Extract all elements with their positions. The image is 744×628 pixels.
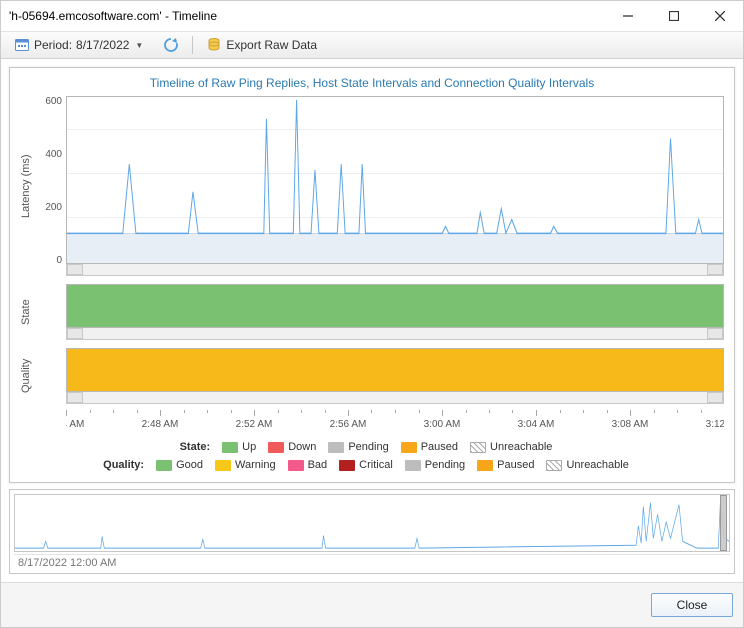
toolbar-separator xyxy=(192,36,193,54)
export-raw-data-button[interactable]: Export Raw Data xyxy=(199,34,324,56)
toolbar: Period: 8/17/2022 ▼ Export Raw Data xyxy=(1,31,743,59)
legend-item: Paused xyxy=(401,441,458,453)
quality-legend: Quality: Good Warning Bad Critical Pending Pa… xyxy=(20,456,724,479)
xtick-label: 2:48 AM xyxy=(142,419,179,430)
legend-swatch xyxy=(477,460,493,471)
xtick-label: 2:56 AM xyxy=(330,419,367,430)
latency-row: Latency (ms) 600 400 200 0 xyxy=(20,96,724,276)
ytick: 400 xyxy=(45,149,62,160)
legend-swatch xyxy=(401,442,417,453)
quality-band[interactable] xyxy=(66,348,724,392)
legend-text: Warning xyxy=(235,459,276,471)
latency-y-axis: 600 400 200 0 xyxy=(36,96,66,276)
chart-panel: Timeline of Raw Ping Replies, Host State… xyxy=(9,67,735,483)
footer: Close xyxy=(1,582,743,627)
legend-text: Paused xyxy=(497,459,534,471)
legend-text: Unreachable xyxy=(490,441,552,453)
state-axis-label: State xyxy=(20,284,36,340)
titlebar: 'h-05694.emcosoftware.com' - Timeline xyxy=(1,1,743,31)
overview-panel: 8/17/2022 12:00 AM xyxy=(9,489,735,574)
minimize-button[interactable] xyxy=(605,1,651,31)
xtick-label: 2:44 AM xyxy=(66,419,84,430)
close-window-button[interactable] xyxy=(697,1,743,31)
period-prefix: Period: xyxy=(34,38,72,52)
legend-item: Critical xyxy=(339,459,393,471)
legend-item: Good xyxy=(156,459,203,471)
legend-swatch xyxy=(546,460,562,471)
period-value: 8/17/2022 xyxy=(76,38,129,52)
quality-scrollbar[interactable] xyxy=(66,392,724,404)
latency-plot[interactable] xyxy=(66,96,724,264)
legend-item: Paused xyxy=(477,459,534,471)
legend-swatch xyxy=(222,442,238,453)
calendar-icon xyxy=(14,37,30,53)
legend-swatch xyxy=(470,442,486,453)
legend-item: Pending xyxy=(405,459,465,471)
xtick-label: 3:04 AM xyxy=(518,419,555,430)
latency-axis-label: Latency (ms) xyxy=(20,96,36,276)
legend-swatch xyxy=(405,460,421,471)
state-scrollbar[interactable] xyxy=(66,328,724,340)
legend-swatch xyxy=(288,460,304,471)
close-button[interactable]: Close xyxy=(651,593,733,617)
legend-item: Unreachable xyxy=(470,441,552,453)
legend-swatch xyxy=(268,442,284,453)
legend-text: Unreachable xyxy=(566,459,628,471)
legend-item: Unreachable xyxy=(546,459,628,471)
dropdown-icon: ▼ xyxy=(135,41,143,50)
legend-item: Bad xyxy=(288,459,328,471)
xtick-label: 3:08 AM xyxy=(612,419,649,430)
ytick: 0 xyxy=(56,255,62,266)
legend-text: Good xyxy=(176,459,203,471)
legend-text: Paused xyxy=(421,441,458,453)
latency-line xyxy=(67,97,723,263)
window-title: 'h-05694.emcosoftware.com' - Timeline xyxy=(9,9,217,23)
legend-swatch xyxy=(328,442,344,453)
chart-title: Timeline of Raw Ping Replies, Host State… xyxy=(20,74,724,96)
xtick-label: 2:52 AM xyxy=(236,419,273,430)
legend-text: Pending xyxy=(425,459,465,471)
window-controls xyxy=(605,1,743,31)
main-area: Timeline of Raw Ping Replies, Host State… xyxy=(1,59,743,582)
quality-row: Quality xyxy=(20,348,724,404)
quality-axis-label: Quality xyxy=(20,348,36,404)
xtick-label: 3:00 AM xyxy=(424,419,461,430)
overview-chart[interactable] xyxy=(14,494,730,552)
range-handle-right[interactable] xyxy=(720,495,727,551)
export-label: Export Raw Data xyxy=(226,38,317,52)
state-legend: State: Up Down Pending Paused Unreachable xyxy=(20,438,724,456)
legend-swatch xyxy=(339,460,355,471)
period-selector[interactable]: Period: 8/17/2022 ▼ xyxy=(7,34,150,56)
quality-legend-label: Quality: xyxy=(103,459,144,471)
maximize-button[interactable] xyxy=(651,1,697,31)
xtick-label: 3:12 AM xyxy=(706,419,724,430)
legend-item: Pending xyxy=(328,441,388,453)
state-legend-label: State: xyxy=(180,441,211,453)
legend-item: Down xyxy=(268,441,316,453)
legend-text: Up xyxy=(242,441,256,453)
ytick: 200 xyxy=(45,202,62,213)
ytick: 600 xyxy=(45,96,62,107)
legend-item: Up xyxy=(222,441,256,453)
database-icon xyxy=(206,37,222,53)
legend-text: Critical xyxy=(359,459,393,471)
refresh-icon xyxy=(163,37,179,53)
legend-swatch xyxy=(156,460,172,471)
legend-text: Down xyxy=(288,441,316,453)
time-axis: 2:44 AM 2:48 AM 2:52 AM 2:56 AM 3:00 AM 3:04 … xyxy=(66,410,724,438)
state-row: State xyxy=(20,284,724,340)
legend-swatch xyxy=(215,460,231,471)
overview-timestamp: 8/17/2022 12:00 AM xyxy=(14,554,730,573)
refresh-button[interactable] xyxy=(156,34,186,56)
state-band[interactable] xyxy=(66,284,724,328)
legend-text: Pending xyxy=(348,441,388,453)
legend-item: Warning xyxy=(215,459,276,471)
legend-text: Bad xyxy=(308,459,328,471)
latency-scrollbar[interactable] xyxy=(66,264,724,276)
